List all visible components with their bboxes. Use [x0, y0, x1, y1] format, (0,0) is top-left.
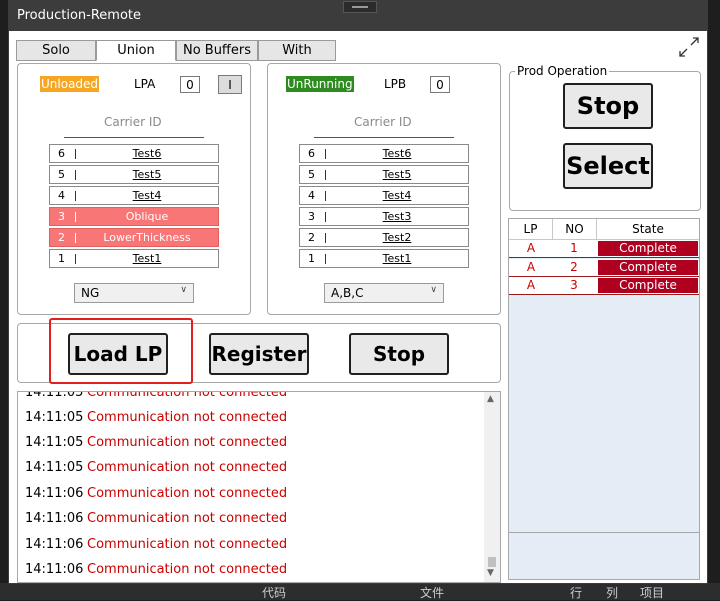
- lpb-divider: [314, 137, 454, 138]
- background-editor-right: [708, 0, 720, 600]
- lpa-i-button[interactable]: I: [218, 75, 242, 94]
- lpa-select-value: NG: [81, 286, 100, 300]
- tab-no-buffers[interactable]: No Buffers: [176, 40, 258, 61]
- scroll-up-icon[interactable]: ▲: [487, 394, 494, 404]
- scroll-down-icon[interactable]: ▼: [487, 568, 494, 578]
- bg-bar-line: 行: [570, 586, 583, 600]
- log-scrollbar[interactable]: ▲ ▼: [484, 392, 500, 582]
- tab-solo[interactable]: Solo: [16, 40, 96, 61]
- lp-table-header-no: NO: [553, 219, 597, 240]
- bg-bar-col: 列: [606, 586, 619, 600]
- log-row: 14:11:05 Communication not connected: [25, 460, 288, 475]
- prod-operation-group: Prod Operation Stop Select: [509, 64, 701, 211]
- log-row: 14:11:05 Communication not connected: [25, 410, 288, 425]
- lpb-slot-6[interactable]: 6 Test6: [299, 144, 469, 163]
- prod-select-button[interactable]: Select: [563, 143, 653, 189]
- lpa-panel: Unloaded LPA 0 I Carrier ID 6 Test6 5 Test…: [17, 63, 251, 315]
- bg-bar-code: 代码: [262, 586, 287, 600]
- register-button[interactable]: Register: [209, 333, 309, 375]
- log-row: 14:11:06 Communication not connected: [25, 511, 288, 526]
- window-title: Production-Remote: [17, 8, 142, 23]
- background-editor-left: [0, 0, 8, 600]
- table-row[interactable]: A 3 Complete: [509, 277, 699, 295]
- lp-table-footer-divider: [509, 532, 699, 533]
- tab-with-buffers[interactable]: With Buffers: [258, 40, 336, 78]
- bg-bar-file: 文件: [420, 586, 445, 600]
- log-row: 14:11:06 Communication not connected: [25, 486, 288, 501]
- table-row[interactable]: A 1 Complete: [509, 240, 699, 258]
- lpa-slot-1[interactable]: 1 Test1: [49, 249, 219, 268]
- lpa-slot-4[interactable]: 4 Test4: [49, 186, 219, 205]
- log-row: 14:11:05 Communication not connected: [25, 391, 288, 400]
- prod-stop-button[interactable]: Stop: [563, 83, 653, 129]
- lp-table-header-state: State: [597, 219, 699, 240]
- lpa-slot-2[interactable]: 2 LowerThickness: [49, 228, 219, 247]
- lpa-slot-3[interactable]: 3 Oblique: [49, 207, 219, 226]
- lpa-select[interactable]: NG ∨: [74, 283, 194, 303]
- tab-union[interactable]: Union: [96, 40, 176, 61]
- lpa-status-badge: Unloaded: [40, 76, 100, 92]
- lpb-label: LPB: [384, 77, 407, 91]
- log-row: 14:11:06 Communication not connected: [25, 537, 288, 552]
- chevron-down-icon: ∨: [180, 285, 187, 295]
- lpb-slot-5[interactable]: 5 Test5: [299, 165, 469, 184]
- action-panel: Load LP Register Stop: [17, 318, 501, 384]
- bg-bar-project: 项目: [640, 586, 665, 600]
- lpb-slot-3[interactable]: 3 Test3: [299, 207, 469, 226]
- lpb-carrier-id-label: Carrier ID: [354, 115, 412, 129]
- lpa-slot-5[interactable]: 5 Test5: [49, 165, 219, 184]
- scroll-thumb[interactable]: [488, 557, 496, 567]
- log-row: 14:11:06 Communication not connected: [25, 562, 288, 577]
- chevron-down-icon: ∨: [430, 285, 437, 295]
- lpb-count: 0: [430, 76, 450, 93]
- lpb-slot-4[interactable]: 4 Test4: [299, 186, 469, 205]
- log-list[interactable]: 14:11:05 Communication not connected 14:1…: [17, 391, 501, 583]
- log-row: 14:11:05 Communication not connected: [25, 435, 288, 450]
- lpa-carrier-id-label: Carrier ID: [104, 115, 162, 129]
- lpb-slot-2[interactable]: 2 Test2: [299, 228, 469, 247]
- load-lp-button[interactable]: Load LP: [68, 333, 168, 375]
- lpa-divider: [64, 137, 204, 138]
- lp-table-header-lp: LP: [509, 219, 553, 240]
- title-bar[interactable]: Production-Remote: [9, 1, 707, 31]
- lpa-slot-6[interactable]: 6 Test6: [49, 144, 219, 163]
- prod-operation-legend: Prod Operation: [515, 64, 610, 78]
- lpb-status-badge: UnRunning: [286, 76, 354, 92]
- lpb-slot-1[interactable]: 1 Test1: [299, 249, 469, 268]
- lpa-count: 0: [180, 76, 200, 93]
- table-row[interactable]: A 2 Complete: [509, 259, 699, 277]
- expand-arrows-icon[interactable]: [677, 35, 701, 59]
- lpb-select[interactable]: A,B,C ∨: [324, 283, 444, 303]
- drag-grip-icon[interactable]: [343, 1, 377, 13]
- stop-action-button[interactable]: Stop: [349, 333, 449, 375]
- lpa-label: LPA: [134, 77, 156, 91]
- lpb-select-value: A,B,C: [331, 286, 364, 300]
- lp-state-table: LP NO State A 1 Complete A 2 Complete A 3 Comp…: [508, 218, 700, 580]
- lpb-panel: UnRunning LPB 0 Carrier ID 6 Test6 5 Test5…: [267, 63, 501, 315]
- background-status-bar: 代码 文件 行 列 项目: [0, 583, 720, 600]
